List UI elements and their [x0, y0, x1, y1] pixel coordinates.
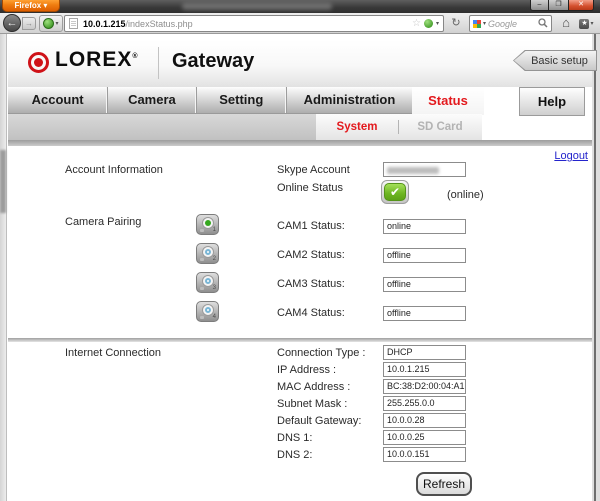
cam3-status-label: CAM3 Status:	[277, 278, 345, 290]
dns1-label: DNS 1:	[277, 432, 312, 444]
camera4-pair-button[interactable]: 4	[196, 301, 219, 322]
addon-page-icon[interactable]	[424, 19, 433, 28]
site-header: LOREX® Gateway Basic setup	[8, 40, 592, 87]
url-bar[interactable]: 10.0.1.215 /indexStatus.php ☆ ▾	[64, 15, 444, 32]
window-edge-left	[0, 34, 7, 501]
browser-window: Firefox ▾ – ❐ ✕ ← → ▾ 10.0.1.215 /indexS…	[0, 0, 600, 501]
cam4-status-label: CAM4 Status:	[277, 307, 345, 319]
section-camera-pairing: Camera Pairing	[65, 216, 141, 228]
section-internet-connection: Internet Connection	[65, 347, 161, 359]
main-nav: Account Camera Setting Administration	[8, 87, 412, 114]
tab-account[interactable]: Account	[8, 87, 108, 113]
online-status-label: Online Status	[277, 182, 343, 194]
cam4-status-field[interactable]: offline	[383, 306, 466, 321]
default-gateway-field[interactable]: 10.0.0.28	[383, 413, 466, 428]
cam3-status-field[interactable]: offline	[383, 277, 466, 292]
minimize-button[interactable]: –	[530, 0, 549, 11]
page-title: Gateway	[172, 50, 254, 73]
cam1-status-label: CAM1 Status:	[277, 220, 345, 232]
lorex-logo-icon	[28, 52, 49, 73]
cam2-status-field[interactable]: offline	[383, 248, 466, 263]
subnav-band	[8, 114, 316, 140]
reload-button[interactable]: ↻	[447, 15, 465, 32]
subtab-sd-card[interactable]: SD Card	[399, 121, 481, 133]
skype-account-label: Skype Account	[277, 164, 350, 176]
camera-foot-icon	[200, 229, 204, 232]
header-divider	[158, 47, 159, 79]
mac-address-label: MAC Address :	[277, 381, 350, 393]
bookmarks-button[interactable]: ★ ▾	[576, 15, 597, 32]
dns1-field[interactable]: 10.0.0.25	[383, 430, 466, 445]
logout-link[interactable]: Logout	[554, 150, 588, 162]
online-status-button[interactable]: ✔	[381, 180, 409, 204]
firefox-menu-button[interactable]: Firefox ▾	[2, 0, 60, 12]
ip-address-label: IP Address :	[277, 364, 336, 376]
tab-status[interactable]: Status	[412, 87, 484, 115]
subnet-mask-label: Subnet Mask :	[277, 398, 347, 410]
page-favicon-icon	[69, 18, 78, 29]
camera-foot-icon	[200, 316, 204, 319]
default-gateway-label: Default Gateway:	[277, 415, 361, 427]
ip-address-field[interactable]: 10.0.1.215	[383, 362, 466, 377]
camera1-pair-button[interactable]: 1	[196, 214, 219, 235]
addon-button[interactable]: ▾	[39, 15, 63, 32]
refresh-button[interactable]: Refresh	[416, 472, 472, 496]
cam2-status-label: CAM2 Status:	[277, 249, 345, 261]
addon-icon	[43, 18, 54, 29]
dns2-label: DNS 2:	[277, 449, 312, 461]
section-account-information: Account Information	[65, 164, 163, 176]
title-bar: Firefox ▾ – ❐ ✕	[0, 0, 600, 13]
camera3-pair-button[interactable]: 3	[196, 272, 219, 293]
window-title-obscured	[182, 3, 332, 10]
window-edge-shade	[0, 150, 6, 213]
mac-address-field[interactable]: BC:38:D2:00:04:A1	[383, 379, 466, 394]
checkmark-icon: ✔	[384, 183, 406, 201]
basic-setup-label: Basic setup	[514, 51, 596, 70]
bookmark-star-icon[interactable]: ☆	[412, 19, 421, 29]
camera2-pair-button[interactable]: 2	[196, 243, 219, 264]
google-logo-icon	[473, 20, 481, 28]
help-button[interactable]: Help	[519, 87, 585, 116]
url-path: /indexStatus.php	[126, 19, 193, 29]
connection-type-label: Connection Type :	[277, 347, 365, 359]
search-input[interactable]: ▾ Google	[469, 15, 552, 32]
bookmarks-icon: ★	[579, 19, 589, 29]
window-border-right	[594, 34, 596, 501]
home-button[interactable]: ⌂	[557, 14, 575, 32]
section-divider	[8, 338, 592, 342]
skype-account-value-obscured	[387, 167, 439, 174]
subtab-system[interactable]: System	[316, 121, 398, 133]
chevron-down-icon[interactable]: ▾	[436, 20, 439, 27]
connection-type-field[interactable]: DHCP	[383, 345, 466, 360]
search-icon[interactable]	[538, 15, 548, 33]
tab-setting[interactable]: Setting	[197, 87, 287, 113]
tab-administration[interactable]: Administration	[287, 87, 412, 113]
dns2-field[interactable]: 10.0.0.151	[383, 447, 466, 462]
chevron-down-icon: ▾	[590, 20, 593, 27]
subnav-bottom-edge	[8, 140, 592, 146]
maximize-button[interactable]: ❐	[549, 0, 568, 11]
chevron-down-icon[interactable]: ▾	[483, 20, 486, 27]
forward-button[interactable]: →	[22, 17, 36, 30]
url-host: 10.0.1.215	[83, 19, 126, 29]
basic-setup-button[interactable]: Basic setup	[513, 50, 597, 71]
camera-foot-icon	[200, 258, 204, 261]
back-button[interactable]: ←	[3, 14, 21, 32]
subnet-mask-field[interactable]: 255.255.0.0	[383, 396, 466, 411]
search-placeholder: Google	[488, 19, 517, 29]
subnav: System SD Card	[316, 114, 482, 140]
chevron-down-icon: ▾	[55, 20, 58, 27]
close-button[interactable]: ✕	[568, 0, 594, 11]
camera-foot-icon	[200, 287, 204, 290]
cam1-status-field[interactable]: online	[383, 219, 466, 234]
window-controls: – ❐ ✕	[530, 0, 594, 11]
online-status-text: (online)	[447, 189, 484, 201]
skype-account-field[interactable]	[383, 162, 466, 177]
tab-camera[interactable]: Camera	[108, 87, 196, 113]
brand-name: LOREX®	[55, 48, 139, 72]
